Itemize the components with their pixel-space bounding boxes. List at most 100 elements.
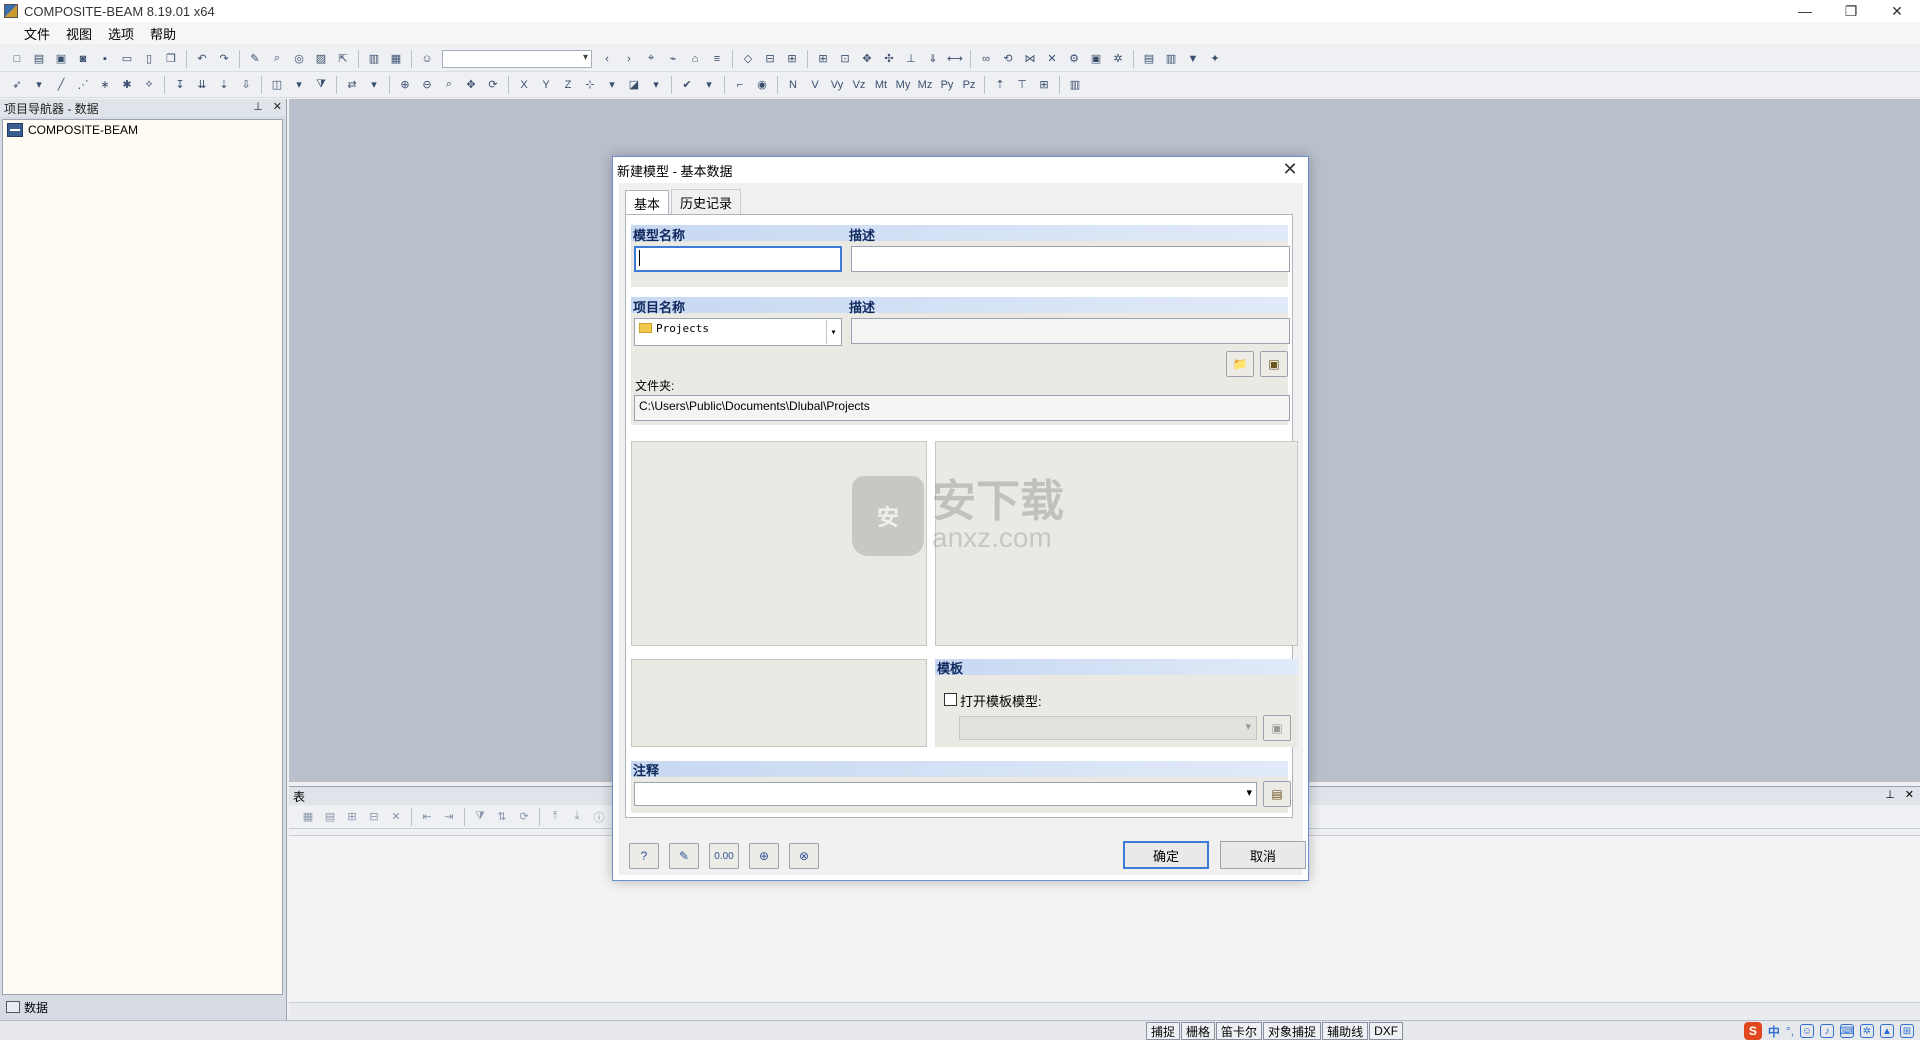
comment-icon[interactable]: ▨ [312,50,330,68]
toggle-snap[interactable]: 捕捉 [1146,1022,1181,1040]
nodes-icon[interactable]: ✥ [858,50,876,68]
tools-icon[interactable]: ✲ [1109,50,1127,68]
table-info-icon[interactable]: ⓘ [590,808,608,826]
export-icon[interactable]: ⊗ [789,843,819,869]
toggle-dxf[interactable]: DXF [1369,1022,1404,1040]
new-project-button[interactable]: 📁 [1226,351,1254,377]
load-surface-icon[interactable]: ⇣ [215,76,233,94]
navigator-toggle-icon[interactable]: ▥ [365,50,383,68]
result-icon[interactable]: ⌖ [642,50,660,68]
ime-language[interactable]: 中 [1768,1023,1780,1040]
new-file-icon[interactable]: □ [8,50,26,68]
edit-icon[interactable]: ✎ [246,50,264,68]
check-dropdown-icon[interactable]: ▾ [700,76,718,94]
model-description-input[interactable] [851,246,1290,272]
print-icon[interactable]: ▭ [118,50,136,68]
prev-icon[interactable]: ‹ [598,50,616,68]
result-pz-icon[interactable]: Pz [960,76,978,94]
table-toggle-icon[interactable]: ▦ [387,50,405,68]
view-y-icon[interactable]: ⊞ [783,50,801,68]
undo-icon[interactable]: ↶ [193,50,211,68]
emoji-icon[interactable]: ☺ [1800,1024,1814,1038]
minimize-button[interactable]: — [1782,0,1828,22]
save-icon[interactable]: ▪ [96,50,114,68]
rotate-icon[interactable]: ⟲ [999,50,1017,68]
draw-support-icon[interactable]: ⟡ [140,76,158,94]
grid-results-icon[interactable]: ⊞ [1035,76,1053,94]
table-refresh-icon[interactable]: ⟳ [515,808,533,826]
archive-icon[interactable]: ◙ [74,50,92,68]
copy-icon[interactable]: ❐ [162,50,180,68]
table-insert-row-icon[interactable]: ⊞ [343,808,361,826]
user-icon[interactable]: ☺ [418,50,436,68]
axis-z-icon[interactable]: Z [559,76,577,94]
pan-icon[interactable]: ✥ [462,76,480,94]
result-mt-icon[interactable]: Mt [872,76,890,94]
check-icon[interactable]: ✔ [678,76,696,94]
ime-logo-icon[interactable]: S [1743,1022,1762,1040]
print-report-icon[interactable]: ▥ [1162,50,1180,68]
close-window-button[interactable]: ✕ [1874,0,1920,22]
table-sort-icon[interactable]: ⇅ [493,808,511,826]
result-vz-icon[interactable]: Vz [850,76,868,94]
grid-icon[interactable]: ⊞ [814,50,832,68]
ok-button[interactable]: 确定 [1123,841,1209,869]
microphone-icon[interactable]: ♪ [1820,1024,1834,1038]
table-delete-row-icon[interactable]: ⊟ [365,808,383,826]
model-name-input[interactable] [634,246,842,272]
close-icon[interactable]: ✕ [1905,788,1914,801]
render-dropdown-icon[interactable]: ▾ [647,76,665,94]
select-icon[interactable]: ➶ [8,76,26,94]
view-iso-icon[interactable]: ◇ [739,50,757,68]
project-manager-button[interactable]: ▣ [1260,351,1288,377]
visibility-icon[interactable]: ◉ [753,76,771,94]
report-icon[interactable]: ▤ [1140,50,1158,68]
pin-icon[interactable]: ⊥ [1885,788,1895,801]
render-icon[interactable]: ◪ [625,76,643,94]
supports-icon[interactable]: ⊥ [902,50,920,68]
result-vy-icon[interactable]: Vy [828,76,846,94]
result-n-icon[interactable]: N [784,76,802,94]
menu-view[interactable]: 视图 [58,24,100,43]
zoom-icon[interactable]: ◎ [290,50,308,68]
toggle-object-snap[interactable]: 对象捕捉 [1263,1022,1322,1040]
tools-icon[interactable]: ✲ [1860,1024,1874,1038]
load-node-icon[interactable]: ↧ [171,76,189,94]
help-icon[interactable]: ? [629,843,659,869]
skin-icon[interactable]: ▲ [1880,1024,1894,1038]
axes-dropdown-icon[interactable]: ▾ [603,76,621,94]
members-icon[interactable]: ✣ [880,50,898,68]
close-icon[interactable]: ✕ [273,100,282,113]
redo-icon[interactable]: ↷ [215,50,233,68]
table-import-icon[interactable]: ▤ [321,808,339,826]
delete-icon[interactable]: ✕ [1043,50,1061,68]
result-my-icon[interactable]: My [894,76,912,94]
menu-grid-icon[interactable]: ⊞ [1900,1024,1914,1038]
axis-y-icon[interactable]: Y [537,76,555,94]
open-project-icon[interactable]: ▣ [52,50,70,68]
draw-polyline-icon[interactable]: ⋰ [74,76,92,94]
notes-browse-button[interactable]: ▤ [1263,781,1291,807]
print-preview-icon[interactable]: ▯ [140,50,158,68]
restore-button[interactable]: ❐ [1828,0,1874,22]
table-up-icon[interactable]: ⤒ [546,808,564,826]
link-icon[interactable]: ∞ [977,50,995,68]
dialog-close-icon[interactable]: ✕ [1280,159,1300,180]
section-icon[interactable]: ⌐ [731,76,749,94]
next-icon[interactable]: › [620,50,638,68]
zoom-window-icon[interactable]: ⊕ [396,76,414,94]
table-prev-icon[interactable]: ⇤ [418,808,436,826]
project-name-combo[interactable]: Projects ▾ [634,318,842,346]
draw-node-icon[interactable]: ∗ [96,76,114,94]
draw-section-icon[interactable]: ✱ [118,76,136,94]
table-clear-icon[interactable]: ✕ [387,808,405,826]
loads-icon[interactable]: ⇓ [924,50,942,68]
load-member-icon[interactable]: ⇊ [193,76,211,94]
table-export-icon[interactable]: ▦ [299,808,317,826]
pin-icon[interactable]: ⊥ [253,100,263,113]
load-temp-icon[interactable]: ⇩ [237,76,255,94]
tab-basic[interactable]: 基本 [625,190,670,216]
acrobat-icon[interactable]: ✦ [1206,50,1224,68]
chevron-down-icon[interactable]: ▾ [1246,786,1252,799]
load-case-combo[interactable] [442,49,592,68]
